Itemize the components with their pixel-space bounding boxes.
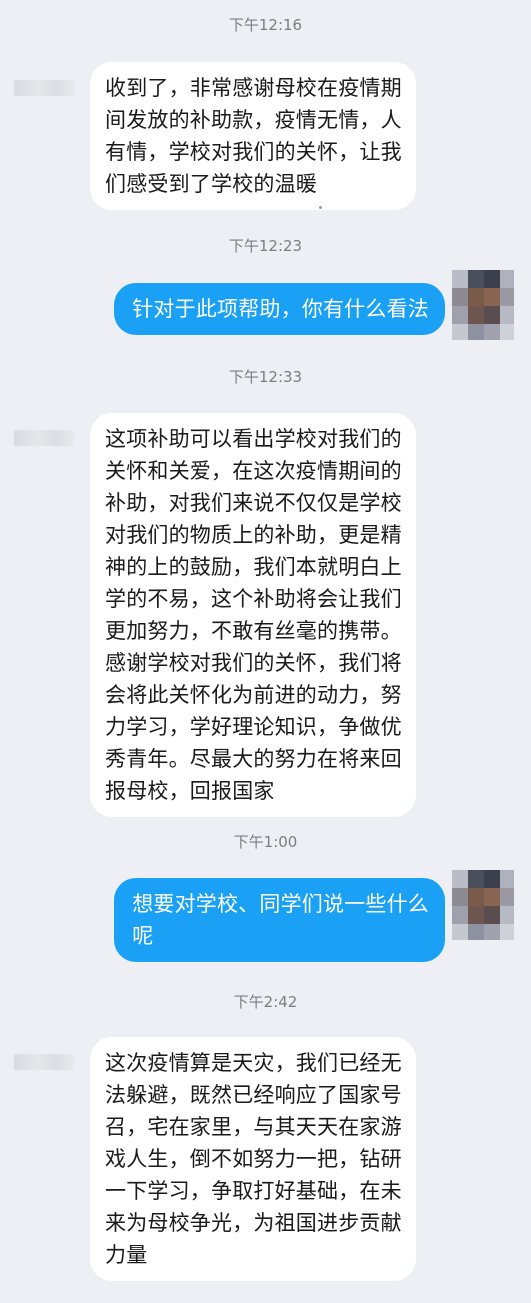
message-line: 间发放的补助款，疫情无情，人 (105, 108, 402, 132)
read-indicator-dot (319, 206, 322, 209)
message-bubble-outgoing[interactable]: 针对于此项帮助，你有什么看法 (114, 283, 445, 335)
timestamp: 下午12:16 (228, 16, 303, 34)
message-line: 学的不易，这个补助将会让我们 (105, 587, 402, 611)
timestamp: 下午12:23 (228, 237, 303, 255)
message-line: 这项补助可以看出学校对我们的 (105, 427, 402, 451)
sender-name-blurred (14, 430, 74, 446)
message-line: 收到了，非常感谢母校在疫情期 (105, 76, 402, 100)
message-bubble-outgoing[interactable]: 想要对学校、同学们说一些什么 呢 (114, 878, 445, 962)
message-bubble-incoming[interactable]: 收到了，非常感谢母校在疫情期 间发放的补助款，疫情无情，人 有情，学校对我们的关… (90, 62, 416, 210)
message-bubble-incoming[interactable]: 这次疫情算是天灾，我们已经无 法躲避，既然已经响应了国家号 召，宅在家里，与其天… (90, 1037, 416, 1281)
message-line: 秀青年。尽最大的努力在将来回 (105, 747, 402, 771)
message-line: 这次疫情算是天灾，我们已经无 (105, 1051, 402, 1075)
message-line: 有情，学校对我们的关怀，让我 (105, 140, 402, 164)
timestamp: 下午12:33 (228, 368, 303, 386)
message-line: 神的上的鼓励，我们本就明白上 (105, 555, 402, 579)
message-bubble-incoming[interactable]: 这项补助可以看出学校对我们的 关怀和关爱，在这次疫情期间的 补助，对我们来说不仅… (90, 413, 416, 817)
message-line: 一下学习，争取打好基础，在未 (105, 1179, 402, 1203)
message-line: 们感受到了学校的温暖 (105, 172, 317, 196)
message-line: 关怀和关爱，在这次疫情期间的 (105, 459, 402, 483)
message-line: 更加努力，不敢有丝毫的携带。 (105, 619, 402, 643)
message-line: 想要对学校、同学们说一些什么 (132, 892, 429, 916)
sender-name-blurred (14, 1054, 74, 1070)
message-line: 力学习，学好理论知识，争做优 (105, 715, 402, 739)
message-line: 感谢学校对我们的关怀，我们将 (105, 651, 402, 675)
message-line: 针对于此项帮助，你有什么看法 (132, 297, 429, 321)
message-line: 召，宅在家里，与其天天在家游 (105, 1115, 402, 1139)
timestamp: 下午2:42 (233, 993, 298, 1011)
chat-view[interactable]: 下午12:16 收到了，非常感谢母校在疫情期 间发放的补助款，疫情无情，人 有情… (0, 0, 531, 1303)
message-line: 力量 (105, 1243, 148, 1267)
message-line: 法躲避，既然已经响应了国家号 (105, 1083, 402, 1107)
message-line: 来为母校争光，为祖国进步贡献 (105, 1211, 402, 1235)
timestamp: 下午1:00 (233, 833, 298, 851)
message-line: 补助，对我们来说不仅仅是学校 (105, 491, 402, 515)
message-line: 呢 (132, 924, 154, 948)
message-line: 会将此关怀化为前进的动力，努 (105, 683, 402, 707)
message-line: 对我们的物质上的补助，更是精 (105, 523, 402, 547)
sender-name-blurred (14, 80, 74, 96)
avatar[interactable] (452, 270, 514, 340)
avatar[interactable] (452, 870, 514, 940)
message-line: 戏人生，倒不如努力一把，钻研 (105, 1147, 402, 1171)
message-line: 报母校，回报国家 (105, 779, 275, 803)
